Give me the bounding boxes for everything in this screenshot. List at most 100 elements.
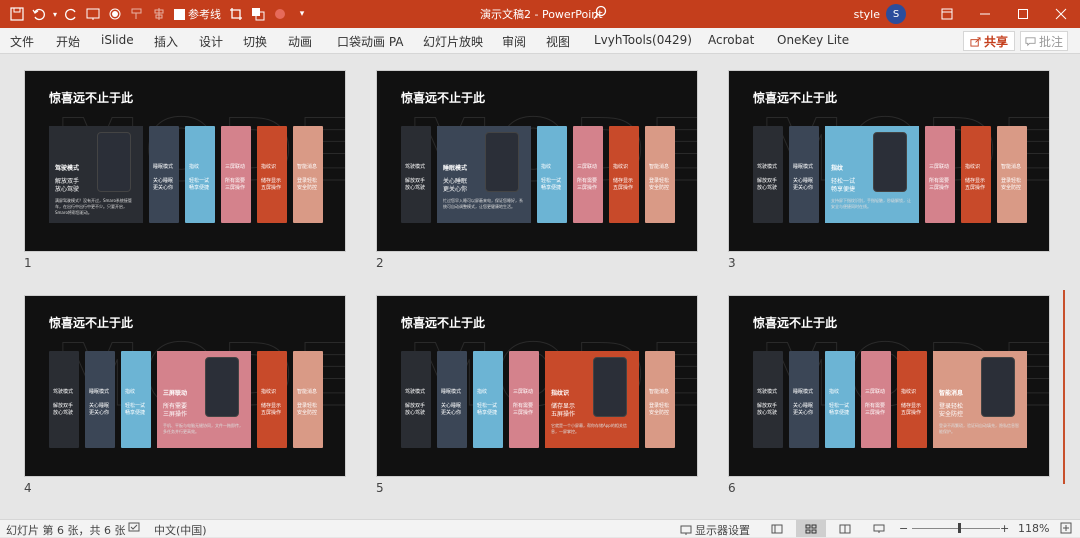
monitor-icon [680, 525, 692, 535]
reading-view-icon[interactable] [830, 520, 860, 537]
spellcheck-icon[interactable] [128, 522, 140, 537]
undo-dropdown-icon[interactable]: ▾ [50, 3, 60, 25]
feature-strip: 指纹 轻松一试 畅享便捷 [121, 351, 151, 448]
panel-subtitle: 关心睡眠 更关心你 [443, 178, 468, 193]
panel-body: 满屏驾驶模式？没有开过，Smaro系统接管车，在出行中出行中更不少。只要开启，S… [55, 198, 132, 215]
zoom-in-icon[interactable]: + [1000, 522, 1009, 535]
panel-title: 智能消息 [939, 390, 964, 397]
undo-icon[interactable] [28, 3, 50, 25]
slide-thumbnail[interactable]: MODE惊喜远不止于此驾驶模式解放双手 放心驾驶满屏驾驶模式？没有开过，Smar… [24, 70, 346, 252]
zoom-level[interactable]: 118% [1018, 522, 1049, 535]
slide-number: 2 [376, 256, 384, 270]
tab-islide[interactable]: iSlide [101, 33, 134, 47]
feature-strip: 指纹识 储存显示 五屏操作 [257, 126, 287, 223]
slide-thumbnail[interactable]: MODE惊喜远不止于此驾驶模式 解放双手 放心驾驶睡眠模式 关心睡眠 更关心你指… [728, 295, 1050, 477]
align-icon[interactable] [148, 3, 170, 25]
language[interactable]: 中文(中国) [154, 522, 207, 538]
crop-icon[interactable] [225, 3, 247, 25]
slide-number: 4 [24, 481, 32, 495]
user-name[interactable]: style [854, 8, 880, 21]
zoom-slider-thumb[interactable] [958, 523, 961, 533]
guides-checkbox[interactable]: 参考线 [174, 6, 221, 22]
feature-strip: 三屏联动 所有需要 三屏操作 [925, 126, 955, 223]
strip-label: 三屏联动 所有需要 三屏操作 [929, 164, 950, 191]
strip-label: 驾驶模式 解放双手 放心驾驶 [53, 389, 74, 416]
feature-strip: 睡眠模式 关心睡眠 更关心你 [437, 351, 467, 448]
feature-strip: 指纹识 储存显示 五屏操作 [897, 351, 927, 448]
phone-image [485, 132, 519, 192]
guides-checkbox-label: 参考线 [188, 8, 221, 21]
panel-subtitle: 解放双手 放心驾驶 [55, 178, 80, 193]
tab-slideshow[interactable]: 幻灯片放映 [423, 33, 483, 50]
tab-design[interactable]: 设计 [199, 33, 223, 50]
tab-home[interactable]: 开始 [56, 33, 80, 50]
tab-view[interactable]: 视图 [546, 33, 570, 50]
search-icon[interactable] [592, 5, 610, 23]
feature-strip: 智能消息 登录轻松 安全防控 [645, 126, 675, 223]
feature-panel: 指纹 轻松一试 畅享便捷 支持屏下指纹识别，手指轻触，秒级解锁，让安全与便捷同时在线… [825, 126, 919, 223]
display-settings-button[interactable]: 显示器设置 [680, 522, 750, 538]
avatar[interactable]: S [886, 4, 906, 24]
tab-acrobat[interactable]: Acrobat [708, 33, 754, 47]
feature-panel: 三屏联动 所有需要 三屏操作 手机、平板与电脑无缝协同，文件一拖即传，多任务并行更高… [157, 351, 251, 448]
minimize-icon[interactable] [966, 0, 1004, 28]
feature-strip: 驾驶模式 解放双手 放心驾驶 [49, 351, 79, 448]
save-icon[interactable] [6, 3, 28, 25]
maximize-icon[interactable] [1004, 0, 1042, 28]
strip-label: 驾驶模式 解放双手 放心驾驶 [757, 389, 778, 416]
slide-thumbnail[interactable]: MODE惊喜远不止于此驾驶模式 解放双手 放心驾驶睡眠模式 关心睡眠 更关心你指… [24, 295, 346, 477]
strip-label: 睡眠模式 关心睡眠 更关心你 [793, 164, 814, 191]
strip-label: 三屏联动 所有需要 三屏操作 [865, 389, 886, 416]
tab-onekey-lite[interactable]: OneKey Lite [777, 33, 849, 47]
slide-number: 3 [728, 256, 736, 270]
strip-label: 三屏联动 所有需要 三屏操作 [577, 164, 598, 191]
panel-body: 支持屏下指纹识别，手指轻触，秒级解锁，让安全与便捷同时在线。 [831, 198, 911, 209]
strip-label: 智能消息 登录轻松 安全防控 [297, 164, 318, 191]
feature-strip: 驾驶模式 解放双手 放心驾驶 [401, 351, 431, 448]
record-screen-icon[interactable] [269, 3, 291, 25]
normal-view-icon[interactable] [762, 520, 792, 537]
close-icon[interactable] [1042, 0, 1080, 28]
display-settings-label: 显示器设置 [695, 524, 750, 537]
customize-qat-icon[interactable]: ▾ [291, 3, 313, 25]
strip-label: 驾驶模式 解放双手 放心驾驶 [757, 164, 778, 191]
vertical-scrollbar[interactable] [1063, 290, 1065, 484]
slide-sorter-view-icon[interactable] [796, 520, 826, 537]
slideshow-start-icon[interactable] [82, 3, 104, 25]
slide-thumbnail[interactable]: MODE惊喜远不止于此驾驶模式 解放双手 放心驾驶睡眠模式 关心睡眠 更关心你指… [728, 70, 1050, 252]
tab-lvyhtools[interactable]: LvyhTools(0429) [594, 33, 692, 47]
format-painter-icon[interactable] [126, 3, 148, 25]
comment-label: 批注 [1039, 34, 1064, 49]
document-title: 演示文稿2 - PowerPoint [480, 8, 603, 21]
slide-number: 6 [728, 481, 736, 495]
checkbox-box[interactable] [174, 8, 185, 20]
record-icon[interactable] [104, 3, 126, 25]
duplicate-icon[interactable] [247, 3, 269, 25]
feature-strip: 指纹 轻松一试 畅享便捷 [825, 351, 855, 448]
tab-animations[interactable]: 动画 [288, 33, 312, 50]
strip-label: 指纹 轻松一试 畅享便捷 [477, 389, 498, 416]
slide-thumbnail[interactable]: MODE惊喜远不止于此驾驶模式 解放双手 放心驾驶睡眠模式 关心睡眠 更关心你指… [376, 295, 698, 477]
slide-thumbnail[interactable]: MODE惊喜远不止于此驾驶模式 解放双手 放心驾驶睡眠模式关心睡眠 更关心你忙过… [376, 70, 698, 252]
share-button[interactable]: 共享 [963, 31, 1016, 51]
tab-review[interactable]: 审阅 [502, 33, 526, 50]
phone-image [205, 357, 239, 417]
tab-transitions[interactable]: 切换 [243, 33, 267, 50]
feature-strip: 睡眠模式 关心睡眠 更关心你 [789, 351, 819, 448]
redo-icon[interactable] [60, 3, 82, 25]
tab-file[interactable]: 文件 [10, 33, 34, 50]
panel-subtitle: 登录轻松 安全防控 [939, 403, 964, 418]
slideshow-view-icon[interactable] [864, 520, 894, 537]
zoom-out-icon[interactable]: − [899, 522, 908, 535]
strip-label: 指纹识 储存显示 五屏操作 [965, 164, 986, 191]
ribbon-display-options-icon[interactable] [928, 0, 966, 28]
tab-pocket-animation[interactable]: 口袋动画 PA [337, 33, 404, 50]
comment-button[interactable]: 批注 [1020, 31, 1069, 51]
zoom-slider-track[interactable] [912, 528, 1000, 529]
panel-title: 三屏联动 [163, 390, 188, 397]
fit-to-window-icon[interactable] [1060, 522, 1072, 537]
share-label: 共享 [984, 34, 1009, 49]
slide-title: 惊喜远不止于此 [753, 91, 838, 105]
tab-insert[interactable]: 插入 [154, 33, 178, 50]
status-bar: 幻灯片 第 6 张，共 6 张 中文(中国) 显示器设置 − + 118% [0, 519, 1080, 537]
